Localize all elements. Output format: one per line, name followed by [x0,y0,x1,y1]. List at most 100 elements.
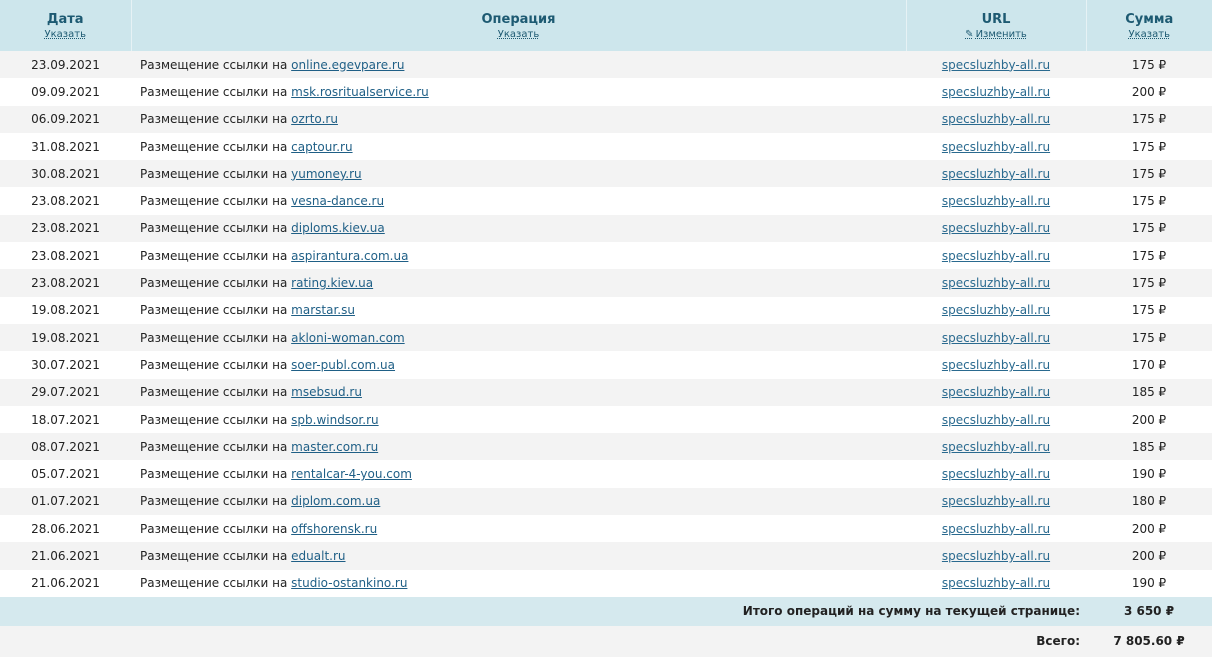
row-date: 28.06.2021 [0,515,131,543]
row-date: 21.06.2021 [0,569,131,597]
row-sum: 170 ₽ [1086,351,1212,379]
row-sum: 190 ₽ [1086,569,1212,597]
table-row: 21.06.2021 Размещение ссылки на edualt.r… [0,542,1212,570]
row-url-link[interactable]: specsluzhby-all.ru [942,494,1050,508]
row-date: 18.07.2021 [0,405,131,434]
row-url-link[interactable]: specsluzhby-all.ru [942,440,1050,454]
row-url-link[interactable]: specsluzhby-all.ru [942,167,1050,181]
row-url-cell: specsluzhby-all.ru [906,51,1086,79]
table-row: 28.06.2021 Размещение ссылки на offshore… [0,515,1212,543]
row-site-link[interactable]: yumoney.ru [291,167,361,181]
row-url-link[interactable]: specsluzhby-all.ru [942,331,1050,345]
row-url-cell: specsluzhby-all.ru [906,433,1086,461]
row-site-link[interactable]: diplom.com.ua [291,494,380,508]
page-total-row: Итого операций на сумму на текущей стран… [0,596,1212,626]
row-url-link[interactable]: specsluzhby-all.ru [942,112,1050,126]
row-url-link[interactable]: specsluzhby-all.ru [942,576,1050,590]
row-site-link[interactable]: captour.ru [291,140,352,154]
row-url-cell: specsluzhby-all.ru [906,542,1086,570]
row-url-link[interactable]: specsluzhby-all.ru [942,522,1050,536]
row-date: 23.09.2021 [0,51,131,79]
row-url-link[interactable]: specsluzhby-all.ru [942,549,1050,563]
col-header-sum-label: Сумма [1125,11,1174,27]
row-date: 23.08.2021 [0,214,131,243]
row-operation-prefix: Размещение ссылки на [140,357,292,372]
row-operation: Размещение ссылки на rentalcar-4-you.com [131,460,906,488]
row-site-link[interactable]: soer-publ.com.ua [291,358,395,372]
edit-url-link[interactable]: ✎ Изменить [907,29,1086,40]
row-operation: Размещение ссылки на aspirantura.com.ua [131,242,906,270]
table-row: 08.07.2021 Размещение ссылки на master.c… [0,433,1212,461]
row-url-link[interactable]: specsluzhby-all.ru [942,358,1050,372]
sort-sum-link[interactable]: Указать [1087,29,1213,40]
row-site-link[interactable]: offshorensk.ru [291,522,377,536]
row-site-link[interactable]: rentalcar-4-you.com [291,467,412,481]
row-url-link[interactable]: specsluzhby-all.ru [942,303,1050,317]
row-date: 31.08.2021 [0,132,131,161]
table-row: 30.08.2021 Размещение ссылки на yumoney.… [0,160,1212,188]
operations-table: Дата Указать Операция Указать URL ✎ Измен… [0,0,1212,657]
row-sum: 200 ₽ [1086,515,1212,543]
table-row: 18.07.2021 Размещение ссылки на spb.wind… [0,405,1212,434]
row-operation: Размещение ссылки на online.egevpare.ru [131,51,906,79]
edit-url-label: Изменить [975,28,1027,40]
row-operation-prefix: Размещение ссылки на [140,276,292,291]
row-url-link[interactable]: specsluzhby-all.ru [942,194,1050,208]
row-url-link[interactable]: specsluzhby-all.ru [942,249,1050,263]
row-operation-prefix: Размещение ссылки на [140,439,292,454]
sort-date-link[interactable]: Указать [0,29,131,40]
row-site-link[interactable]: vesna-dance.ru [291,194,384,208]
row-url-cell: specsluzhby-all.ru [906,323,1086,352]
row-operation: Размещение ссылки на diplom.com.ua [131,487,906,516]
row-url-link[interactable]: specsluzhby-all.ru [942,58,1050,72]
row-url-link[interactable]: specsluzhby-all.ru [942,221,1050,235]
operations-table-container: Дата Указать Операция Указать URL ✎ Измен… [0,0,1212,657]
page-total-label: Итого операций на сумму на текущей стран… [0,596,1086,626]
row-site-link[interactable]: edualt.ru [291,549,345,563]
row-site-link[interactable]: spb.windsor.ru [291,413,378,427]
row-sum: 175 ₽ [1086,132,1212,161]
row-operation: Размещение ссылки на marstar.su [131,296,906,324]
row-url-link[interactable]: specsluzhby-all.ru [942,385,1050,399]
row-site-link[interactable]: aspirantura.com.ua [291,249,408,263]
row-site-link[interactable]: msk.rosritualservice.ru [291,85,429,99]
row-sum: 180 ₽ [1086,487,1212,516]
row-url-cell: specsluzhby-all.ru [906,160,1086,188]
row-url-link[interactable]: specsluzhby-all.ru [942,276,1050,290]
grand-total-label: Всего: [0,625,1086,657]
row-site-link[interactable]: rating.kiev.ua [291,276,373,290]
col-header-url-label: URL [981,11,1011,27]
row-sum: 175 ₽ [1086,105,1212,133]
row-site-link[interactable]: ozrto.ru [291,112,338,126]
row-operation: Размещение ссылки на soer-publ.com.ua [131,351,906,379]
row-url-cell: specsluzhby-all.ru [906,105,1086,133]
col-header-url: URL ✎ Изменить [906,0,1087,51]
row-operation-prefix: Размещение ссылки на [140,248,292,263]
row-site-link[interactable]: studio-ostankino.ru [291,576,407,590]
sort-operation-link[interactable]: Указать [132,29,906,40]
row-url-link[interactable]: specsluzhby-all.ru [942,467,1050,481]
row-operation: Размещение ссылки на msebsud.ru [131,378,906,406]
row-date: 01.07.2021 [0,487,131,516]
row-date: 06.09.2021 [0,105,131,133]
row-sum: 175 ₽ [1086,214,1212,243]
table-row: 23.08.2021 Размещение ссылки на rating.k… [0,269,1212,297]
row-site-link[interactable]: online.egevpare.ru [291,58,404,72]
row-site-link[interactable]: master.com.ru [291,440,378,454]
row-date: 21.06.2021 [0,542,131,570]
row-site-link[interactable]: marstar.su [291,303,355,317]
row-site-link[interactable]: akloni-woman.com [291,331,405,345]
row-date: 29.07.2021 [0,378,131,406]
row-site-link[interactable]: msebsud.ru [291,385,362,399]
table-row: 30.07.2021 Размещение ссылки на soer-pub… [0,351,1212,379]
row-site-link[interactable]: diploms.kiev.ua [291,221,385,235]
row-url-link[interactable]: specsluzhby-all.ru [942,140,1050,154]
col-header-operation-label: Операция [481,11,556,27]
row-url-link[interactable]: specsluzhby-all.ru [942,413,1050,427]
row-operation-prefix: Размещение ссылки на [140,385,292,400]
row-url-link[interactable]: specsluzhby-all.ru [942,85,1050,99]
row-operation: Размещение ссылки на diploms.kiev.ua [131,214,906,243]
row-url-cell: specsluzhby-all.ru [906,378,1086,406]
row-operation-prefix: Размещение ссылки на [140,166,292,181]
row-operation: Размещение ссылки на yumoney.ru [131,160,906,188]
